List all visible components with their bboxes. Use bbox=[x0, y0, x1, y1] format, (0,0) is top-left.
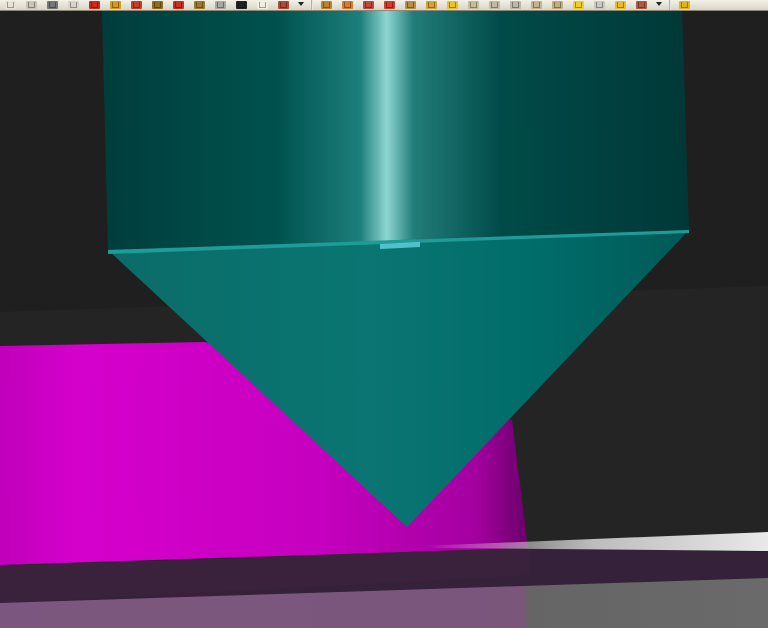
measure-icon[interactable] bbox=[236, 1, 247, 9]
cad-application-window bbox=[0, 0, 768, 628]
side-view-icon[interactable] bbox=[531, 1, 542, 9]
shade-icon[interactable] bbox=[447, 1, 458, 9]
sphere-icon[interactable] bbox=[594, 1, 605, 9]
toolbar-overflow-right-button[interactable] bbox=[655, 0, 663, 10]
select-icon[interactable] bbox=[152, 1, 163, 9]
trim-icon[interactable] bbox=[173, 1, 184, 9]
grid-icon[interactable] bbox=[215, 1, 226, 9]
toolbar-group-extra bbox=[674, 0, 695, 10]
open-icon[interactable] bbox=[26, 1, 37, 9]
folder-icon[interactable] bbox=[615, 1, 626, 9]
toolbar-overflow-left-button[interactable] bbox=[297, 0, 305, 10]
toolbar-separator-2 bbox=[669, 0, 671, 10]
front-view-icon[interactable] bbox=[510, 1, 521, 9]
rotate-icon[interactable] bbox=[342, 1, 353, 9]
toolbar-group-left bbox=[0, 0, 294, 10]
light-icon[interactable] bbox=[573, 1, 584, 9]
new-icon[interactable] bbox=[5, 1, 16, 9]
delete-icon[interactable] bbox=[89, 1, 100, 9]
pan-icon[interactable] bbox=[321, 1, 332, 9]
extend-icon[interactable] bbox=[194, 1, 205, 9]
target-icon[interactable] bbox=[278, 1, 289, 9]
wireframe-icon[interactable] bbox=[468, 1, 479, 9]
scene-canvas[interactable] bbox=[0, 0, 768, 628]
zoom-box-icon[interactable] bbox=[363, 1, 374, 9]
iso-view-icon[interactable] bbox=[552, 1, 563, 9]
top-view-icon[interactable] bbox=[489, 1, 500, 9]
star-icon[interactable] bbox=[679, 1, 690, 9]
options-icon[interactable] bbox=[636, 1, 647, 9]
orbit-icon[interactable] bbox=[426, 1, 437, 9]
save-icon[interactable] bbox=[68, 1, 79, 9]
fit-view-icon[interactable] bbox=[405, 1, 416, 9]
3d-viewport[interactable] bbox=[0, 0, 768, 628]
main-toolbar bbox=[0, 0, 768, 11]
toolpath-edit-icon[interactable] bbox=[131, 1, 142, 9]
toolbar-separator bbox=[311, 0, 313, 10]
dynamic-view-icon[interactable] bbox=[384, 1, 395, 9]
tool-path-icon[interactable] bbox=[110, 1, 121, 9]
tool-cylinder-body bbox=[102, 10, 689, 252]
line-icon[interactable] bbox=[47, 1, 58, 9]
rectangle-icon[interactable] bbox=[257, 1, 268, 9]
toolbar-group-right bbox=[316, 0, 652, 10]
